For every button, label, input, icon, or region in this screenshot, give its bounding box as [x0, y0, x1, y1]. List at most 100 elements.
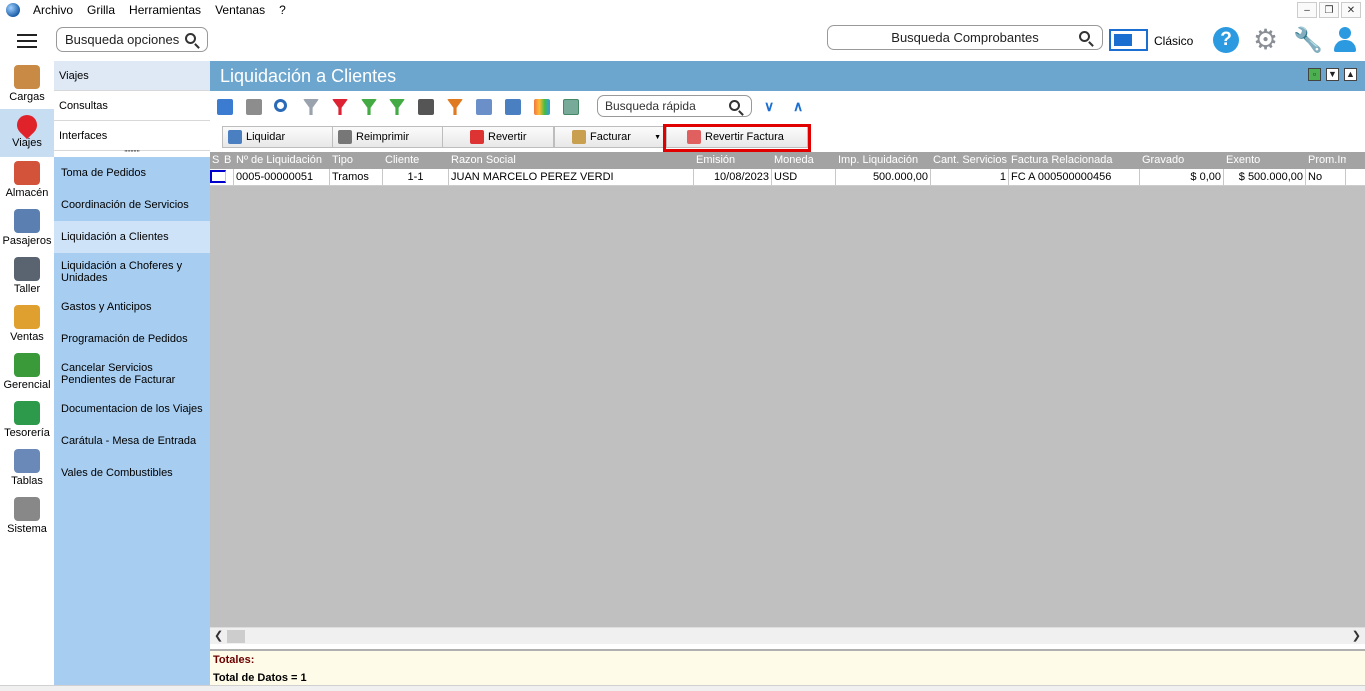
table-cell: 0005-00000051	[234, 169, 330, 185]
search-icon[interactable]	[274, 99, 287, 112]
close-icon[interactable]: ✕	[1341, 2, 1361, 18]
column-header[interactable]: Prom.Im	[1306, 152, 1346, 169]
submenu-item[interactable]: Liquidación a Choferes y Unidades	[54, 253, 210, 291]
window-cascade-icon[interactable]: ▫	[1308, 68, 1321, 81]
column-header[interactable]: Imp. Liquidación	[836, 152, 931, 169]
nav-item-label: Almacén	[5, 187, 49, 199]
column-header[interactable]: Razon Social	[449, 152, 694, 169]
spreadsheet-icon[interactable]	[563, 99, 579, 115]
search-icon[interactable]	[729, 100, 740, 111]
quick-search-input[interactable]: Busqueda rápida	[597, 95, 752, 117]
column-header[interactable]: Emisión	[694, 152, 772, 169]
dropdown-arrow-icon[interactable]: ▼	[654, 134, 661, 141]
chevron-up-icon[interactable]: ∧	[793, 98, 807, 114]
search-comprobantes-input[interactable]: Busqueda Comprobantes	[827, 25, 1103, 50]
minimize-icon[interactable]: –	[1297, 2, 1317, 18]
submenu-item[interactable]: Coordinación de Servicios	[54, 189, 210, 221]
submenu-interfaces[interactable]: Interfaces	[54, 121, 210, 151]
revertir-button[interactable]: Revertir	[442, 126, 554, 148]
menu-help[interactable]: ?	[272, 3, 293, 17]
mode-label: Clásico	[1154, 34, 1194, 48]
bar-chart-icon[interactable]	[534, 99, 550, 115]
mode-toggle[interactable]	[1109, 29, 1148, 51]
submenu-item[interactable]: Documentacion de los Viajes	[54, 393, 210, 425]
nav-item-1[interactable]: Viajes	[0, 109, 54, 157]
column-header[interactable]: Tipo	[330, 152, 383, 169]
map-pin-icon	[12, 110, 42, 140]
reimprimir-button[interactable]: Reimprimir	[332, 126, 443, 148]
chart-line-icon[interactable]	[505, 99, 521, 115]
filter-add-icon[interactable]	[361, 99, 377, 115]
select-cell[interactable]	[210, 169, 234, 185]
column-header[interactable]: Factura Relacionada	[1009, 152, 1140, 169]
user-icon[interactable]	[1333, 27, 1357, 53]
submenu-item[interactable]: Carátula - Mesa de Entrada	[54, 425, 210, 457]
print-icon[interactable]	[246, 99, 262, 115]
menu-ventanas[interactable]: Ventanas	[208, 3, 272, 17]
hamburger-menu-icon[interactable]	[17, 34, 37, 52]
nav-item-5[interactable]: Ventas	[0, 301, 54, 349]
column-header[interactable]: S	[210, 152, 222, 169]
column-header[interactable]: B	[222, 152, 234, 169]
nav-item-label: Pasajeros	[2, 235, 52, 247]
search-icon[interactable]	[185, 33, 196, 44]
column-header[interactable]: Cliente	[383, 152, 449, 169]
filter-icon[interactable]	[303, 99, 319, 115]
menu-herramientas[interactable]: Herramientas	[122, 3, 208, 17]
columns-icon[interactable]	[476, 99, 492, 115]
select-checkbox[interactable]	[210, 170, 226, 183]
table-row[interactable]: 0005-00000051 Tramos 1-1 JUAN MARCELO PEREZ…	[210, 169, 1365, 186]
nav-item-7[interactable]: Tesorería	[0, 397, 54, 445]
search-icon[interactable]	[1079, 31, 1090, 42]
nav-item-9[interactable]: Sistema	[0, 493, 54, 541]
column-header[interactable]: Gravado	[1140, 152, 1224, 169]
column-header[interactable]: Nº de Liquidación	[234, 152, 330, 169]
nav-item-4[interactable]: Taller	[0, 253, 54, 301]
nav-item-8[interactable]: Tablas	[0, 445, 54, 493]
restore-icon[interactable]: ❐	[1319, 2, 1339, 18]
submenu-panel: Viajes Consultas Interfaces '''''''''' T…	[54, 61, 210, 685]
column-header[interactable]: Moneda	[772, 152, 836, 169]
scroll-right-icon[interactable]: ❯	[1352, 629, 1361, 642]
nav-item-2[interactable]: Almacén	[0, 157, 54, 205]
filter-clear-icon[interactable]	[332, 99, 348, 115]
menu-grilla[interactable]: Grilla	[80, 3, 122, 17]
toolbar: Busqueda rápida ∨ ∧	[210, 91, 1365, 123]
search-options-input[interactable]: Busqueda opciones	[56, 27, 208, 52]
settings-gear-icon[interactable]: ⚙	[1253, 26, 1278, 54]
filter-export-icon[interactable]	[447, 99, 463, 115]
submenu-item[interactable]: Gastos y Anticipos	[54, 291, 210, 323]
quick-search-placeholder: Busqueda rápida	[605, 99, 696, 113]
menu-archivo[interactable]: Archivo	[26, 3, 80, 17]
table-cell: USD	[772, 169, 836, 185]
save-icon[interactable]	[418, 99, 434, 115]
help-icon[interactable]: ?	[1213, 27, 1239, 53]
arrow-down-icon[interactable]: ▼	[1326, 68, 1339, 81]
wrench-icon[interactable]: 🔧	[1293, 26, 1323, 55]
horizontal-scrollbar[interactable]: ❮ ❯	[210, 627, 1365, 644]
nav-item-6[interactable]: Gerencial	[0, 349, 54, 397]
table-cell: 1	[931, 169, 1009, 185]
submenu-item[interactable]: Cancelar Servicios Pendientes de Factura…	[54, 355, 210, 393]
data-grid: S B Nº de Liquidación Tipo Cliente Razon Soci…	[210, 152, 1365, 632]
filter-apply-icon[interactable]	[389, 99, 405, 115]
submenu-item[interactable]: Liquidación a Clientes	[54, 221, 210, 253]
scroll-left-icon[interactable]: ❮	[214, 629, 223, 642]
column-header[interactable]: Cant. Servicios	[931, 152, 1009, 169]
left-nav: Cargas Viajes Almacén Pasajeros Taller Ventas…	[0, 61, 54, 691]
nav-item-3[interactable]: Pasajeros	[0, 205, 54, 253]
chevron-down-icon[interactable]: ∨	[764, 98, 778, 114]
arrow-up-icon[interactable]: ▲	[1344, 68, 1357, 81]
submenu-consultas[interactable]: Consultas	[54, 91, 210, 121]
facturar-button[interactable]: Facturar ▼	[554, 126, 664, 148]
edit-icon[interactable]	[217, 99, 233, 115]
submenu-item[interactable]: Toma de Pedidos	[54, 157, 210, 189]
nav-item-0[interactable]: Cargas	[0, 61, 54, 109]
liquidar-button[interactable]: Liquidar	[222, 126, 334, 148]
bar-chart-icon	[14, 353, 40, 377]
column-header[interactable]: Exento	[1224, 152, 1306, 169]
scroll-thumb[interactable]	[227, 630, 245, 643]
submenu-item[interactable]: Vales de Combustibles	[54, 457, 210, 489]
submenu-viajes[interactable]: Viajes	[54, 61, 210, 91]
submenu-item[interactable]: Programación de Pedidos	[54, 323, 210, 355]
